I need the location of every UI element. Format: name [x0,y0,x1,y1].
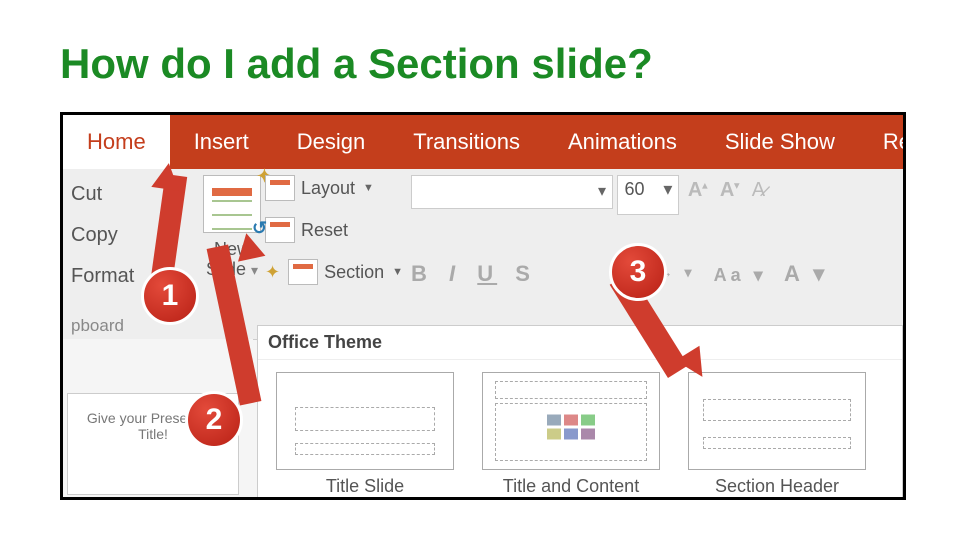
new-slide-dropdown-icon[interactable]: ▾ [251,262,258,278]
sparkle-icon: ✦ [265,262,280,283]
callout-1: 1 [141,267,199,325]
tab-review-cut[interactable]: Re [859,115,903,169]
clipboard-group: Cut Copy Format ter pboard [63,169,211,345]
tab-transitions[interactable]: Transitions [389,115,544,169]
chevron-down-icon: ▼ [363,182,374,194]
section-label: Section [324,262,384,283]
mini-slide-text-1: Give your Prese [87,410,187,426]
reset-button[interactable]: Reset [265,217,403,243]
shadow-button[interactable]: S [515,261,534,286]
layout-button[interactable]: Layout ▼ [265,175,403,201]
reset-label: Reset [301,220,348,241]
mini-slide-text-2: Title! [138,426,168,442]
layout-gallery: Office Theme Title Slide Title and Conte… [257,325,903,499]
layout-icon [265,175,295,201]
callout-3: 3 [609,243,667,301]
font-color-button[interactable]: A ▾ [784,261,828,286]
page-title: How do I add a Section slide? [60,40,653,88]
layout-label: Layout [301,178,355,199]
section-button[interactable]: ✦ Section ▼ [265,259,403,285]
section-icon [288,259,318,285]
tab-slide-show[interactable]: Slide Show [701,115,859,169]
layout-title-slide-label: Title Slide [326,476,404,497]
layout-title-slide[interactable] [276,372,454,470]
underline-button[interactable]: U [477,261,497,286]
increase-font-icon[interactable]: A▴ [688,179,707,202]
ribbon-tabs: Home Insert Design Transitions Animation… [63,115,903,169]
layout-title-and-content-label: Title and Content [503,476,639,497]
font-size-selector[interactable]: 60 ▾ [617,175,679,215]
callout-2: 2 [185,391,243,449]
layout-section-header[interactable] [688,372,866,470]
layout-section-header-label: Section Header [715,476,839,497]
clear-formatting-icon[interactable]: A̷ [752,179,765,202]
decrease-font-icon[interactable]: A▾ [720,179,739,202]
arrow-1-head [151,161,182,191]
gallery-heading: Office Theme [258,326,902,360]
tab-animations[interactable]: Animations [544,115,701,169]
tab-home[interactable]: Home [63,115,170,169]
chevron-down-icon: ▼ [392,266,403,278]
tab-design[interactable]: Design [273,115,389,169]
font-selector[interactable] [411,175,613,209]
powerpoint-screenshot: Home Insert Design Transitions Animation… [60,112,906,500]
cut-button[interactable]: Cut [71,183,211,206]
change-case-button[interactable]: Aa ▾ [714,265,767,285]
reset-icon [265,217,295,243]
bold-button[interactable]: B [411,261,431,286]
clipboard-group-label: pboard [71,316,211,336]
italic-button[interactable]: I [449,261,459,286]
tab-insert[interactable]: Insert [170,115,273,169]
font-size-value: 60 [624,179,644,199]
copy-button[interactable]: Copy [71,224,211,247]
layout-title-and-content[interactable] [482,372,660,470]
